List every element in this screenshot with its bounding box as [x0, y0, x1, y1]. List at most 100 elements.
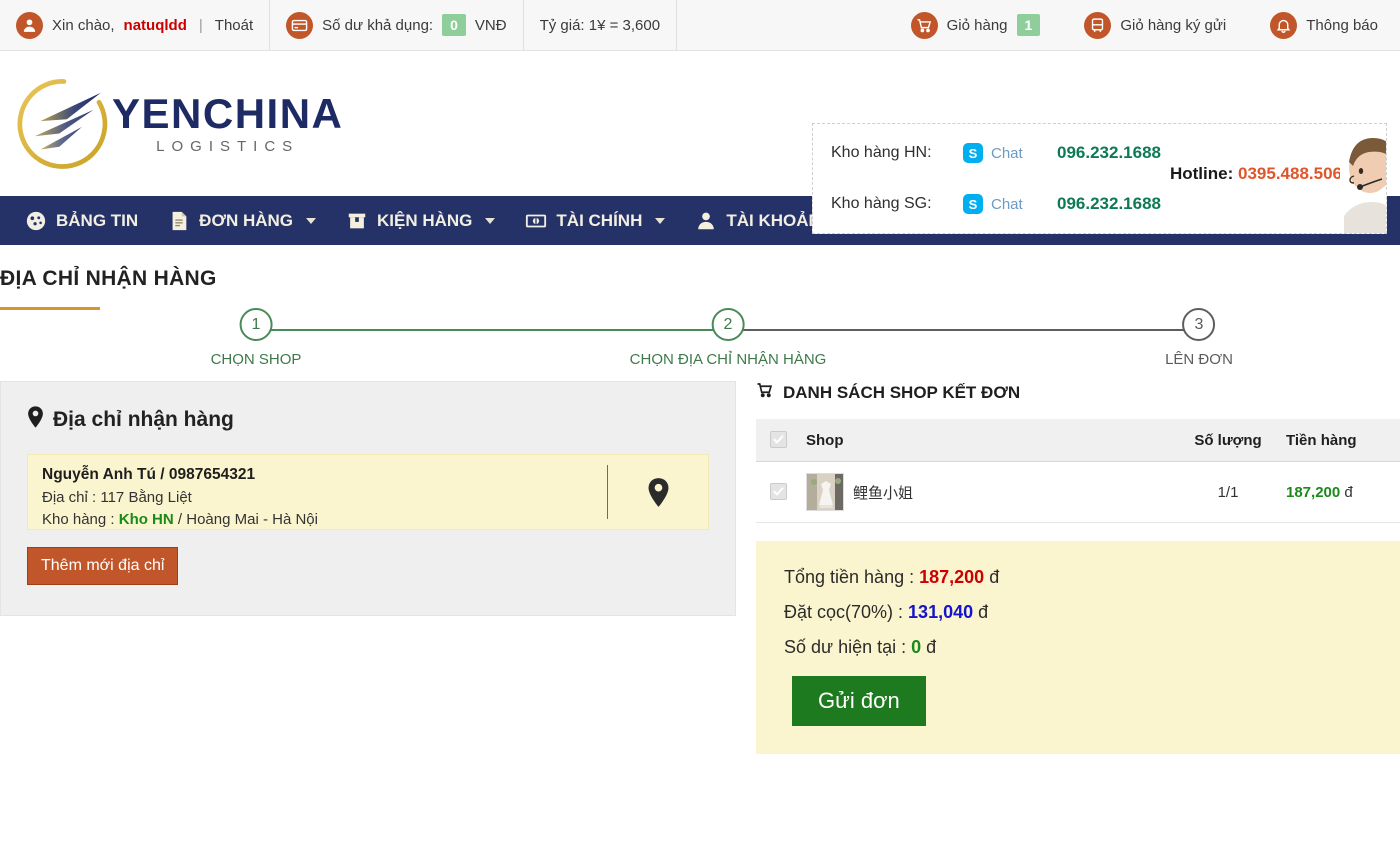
balance-amount: 0 [442, 14, 466, 36]
shop-table-body: 鲤鱼小姐 1/1 187,200 đ [756, 462, 1400, 523]
user-avatar-icon [16, 12, 43, 39]
chevron-down-icon [306, 218, 316, 224]
cart-icon [756, 381, 774, 404]
step-3-len-don[interactable]: 3 LÊN ĐƠN [1165, 308, 1233, 368]
notifications-button[interactable]: Thông báo [1248, 0, 1400, 50]
shop-table-head: Shop Số lượng Tiền hàng [756, 419, 1400, 462]
nav-label: TÀI CHÍNH [556, 211, 642, 231]
brand-name: YENCHINA [112, 93, 343, 135]
total-goods-line: Tổng tiền hàng : 187,200 đ [784, 567, 1400, 588]
step-label: CHỌN ĐỊA CHỈ NHẬN HÀNG [630, 351, 827, 368]
nav-label: ĐƠN HÀNG [199, 211, 293, 231]
warehouse-label: Kho hàng : [42, 511, 119, 528]
current-balance-line: Số dư hiện tại : 0 đ [784, 637, 1400, 658]
shop-list-table: Shop Số lượng Tiền hàng [756, 419, 1400, 523]
address-card-body: Nguyễn Anh Tú / 0987654321 Địa chỉ : 117… [28, 455, 607, 529]
shop-name: 鲤鱼小姐 [853, 482, 913, 503]
address-card-pin[interactable] [608, 455, 708, 529]
hotline-block: Hotline: 0395.488.506 [1170, 164, 1342, 184]
warehouse-value: Kho HN [119, 511, 174, 528]
hotline-number[interactable]: 0395.488.506 [1238, 164, 1342, 183]
step-number: 2 [712, 308, 745, 341]
brand-logo[interactable]: YENCHINA LOGISTICS [0, 72, 343, 176]
chevron-down-icon [485, 218, 495, 224]
submit-order-button[interactable]: Gửi đơn [792, 676, 926, 726]
greeting-separator: | [199, 17, 203, 34]
step-2-chon-dia-chi[interactable]: 2 CHỌN ĐỊA CHỈ NHẬN HÀNG [630, 308, 827, 368]
site-header: YENCHINA LOGISTICS Kho hàng HN: S Chat 0… [0, 51, 1400, 196]
shop-thumbnail [806, 473, 844, 511]
shop-amount-cell: 187,200 đ [1280, 462, 1400, 523]
username-link[interactable]: natuqldd [124, 17, 187, 34]
map-pin-icon [647, 477, 670, 508]
address-value: 117 Bằng Liệt [100, 489, 191, 506]
balance-currency: VNĐ [475, 17, 507, 34]
address-column: Địa chỉ nhận hàng Nguyễn Anh Tú / 098765… [0, 381, 736, 754]
topbar-spacer [677, 0, 889, 50]
logout-link[interactable]: Thoát [215, 17, 253, 34]
cart-label: Giỏ hàng [947, 17, 1008, 34]
consignment-cart-button[interactable]: Giỏ hàng ký gửi [1062, 0, 1248, 50]
phone-sg[interactable]: 096.232.1688 [1057, 194, 1161, 214]
brand-tagline: LOGISTICS [112, 138, 343, 155]
column-header-quantity: Số lượng [1176, 419, 1280, 462]
step-number: 3 [1183, 308, 1216, 341]
order-totals-box: Tổng tiền hàng : 187,200 đ Đặt cọc(70%) … [756, 541, 1400, 754]
skype-icon: S [963, 194, 983, 214]
warehouse-sg-label: Kho hàng SG: [831, 195, 963, 213]
recipient-name-phone: Nguyễn Anh Tú / 0987654321 [42, 464, 593, 487]
add-new-address-button[interactable]: Thêm mới địa chỉ [27, 547, 178, 585]
nav-item-don-hang[interactable]: ĐƠN HÀNG [153, 196, 331, 245]
nav-label: BẢNG TIN [56, 211, 138, 231]
document-icon [168, 210, 190, 232]
address-heading-text: Địa chỉ nhận hàng [53, 408, 234, 432]
step-1-chon-shop[interactable]: 1 CHỌN SHOP [211, 308, 302, 368]
address-label: Địa chỉ : [42, 489, 100, 506]
yenchina-logo-mark [12, 72, 116, 176]
deposit-value: 131,040 [908, 602, 973, 622]
exchange-rate-text: Tỷ giá: 1¥ = 3,600 [540, 17, 661, 34]
user-icon [695, 210, 717, 232]
nav-label: TÀI KHOẢN [726, 211, 820, 231]
warehouse-suffix: / Hoàng Mai - Hà Nội [174, 511, 318, 528]
address-card[interactable]: Nguyễn Anh Tú / 0987654321 Địa chỉ : 117… [27, 454, 709, 530]
total-goods-label: Tổng tiền hàng : [784, 567, 919, 587]
contact-row-sg: Kho hàng SG: S Chat 096.232.1688 [831, 179, 1161, 230]
cart-count-badge: 1 [1017, 14, 1041, 36]
shop-name-cell: 鲤鱼小姐 [800, 462, 1176, 523]
shop-list-heading: DANH SÁCH SHOP KẾT ĐƠN [756, 381, 1400, 404]
box-icon [346, 210, 368, 232]
deposit-line: Đặt cọc(70%) : 131,040 đ [784, 602, 1400, 623]
nav-item-kien-hang[interactable]: KIỆN HÀNG [331, 196, 510, 245]
step-label: CHỌN SHOP [211, 351, 302, 368]
table-header-row: Shop Số lượng Tiền hàng [756, 419, 1400, 462]
balance-cell: Số dư khả dụng: 0 VNĐ [270, 0, 523, 50]
chevron-down-icon [655, 218, 665, 224]
chat-link-hn[interactable]: Chat [991, 145, 1057, 162]
consignment-label: Giỏ hàng ký gửi [1120, 17, 1226, 34]
phone-hn[interactable]: 096.232.1688 [1057, 143, 1161, 163]
deposit-unit: đ [978, 602, 988, 622]
nav-label: KIỆN HÀNG [377, 211, 472, 231]
exchange-rate-cell: Tỷ giá: 1¥ = 3,600 [524, 0, 678, 50]
balance-label: Số dư khả dụng: [322, 17, 433, 34]
bus-icon [1084, 12, 1111, 39]
cart-icon [911, 12, 938, 39]
nav-item-tai-chinh[interactable]: TÀI CHÍNH [510, 196, 680, 245]
address-line: Địa chỉ : 117 Bằng Liệt [42, 487, 593, 509]
nav-item-bang-tin[interactable]: BẢNG TIN [10, 196, 153, 245]
shop-amount-currency: đ [1344, 484, 1352, 501]
chat-link-sg[interactable]: Chat [991, 196, 1057, 213]
main-content: Địa chỉ nhận hàng Nguyễn Anh Tú / 098765… [0, 381, 1400, 754]
table-row[interactable]: 鲤鱼小姐 1/1 187,200 đ [756, 462, 1400, 523]
topbar-right-group: Giỏ hàng 1 Giỏ hàng ký gửi Thô [889, 0, 1400, 50]
money-icon [525, 210, 547, 232]
brand-wordmark: YENCHINA LOGISTICS [112, 93, 343, 155]
cart-button[interactable]: Giỏ hàng 1 [889, 0, 1063, 50]
hotline-label: Hotline: [1170, 164, 1233, 183]
row-checkbox[interactable] [770, 483, 787, 500]
select-all-checkbox[interactable] [770, 431, 787, 448]
select-all-header [756, 419, 800, 462]
shop-quantity: 1/1 [1176, 462, 1280, 523]
current-balance-unit: đ [926, 637, 936, 657]
